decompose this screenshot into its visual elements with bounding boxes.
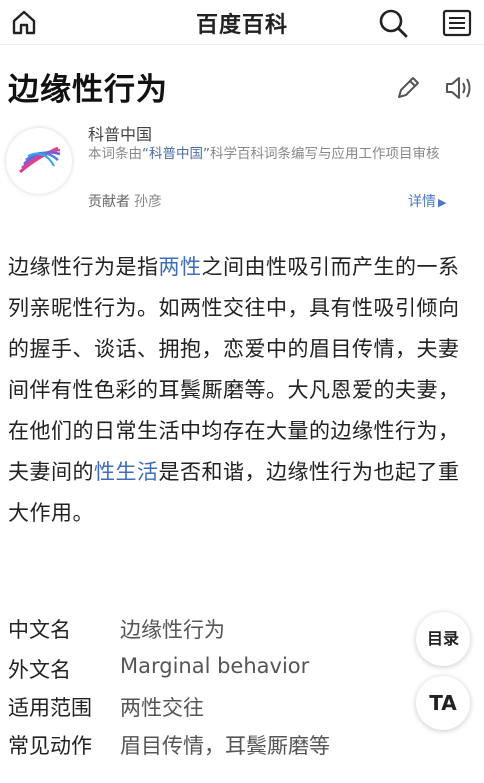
chevron-right-icon: ▶ bbox=[438, 196, 447, 209]
info-key: 外文名 bbox=[8, 658, 71, 682]
info-key: 常见动作 bbox=[8, 734, 92, 758]
info-key: 适用范围 bbox=[8, 696, 92, 720]
toc-button[interactable]: 目录 bbox=[416, 612, 470, 666]
kepu-china-logo bbox=[6, 128, 72, 194]
info-key: 中文名 bbox=[8, 618, 71, 642]
site-title: 百度百科 bbox=[195, 13, 288, 38]
info-value: Marginal behavior bbox=[120, 654, 310, 678]
edit-icon[interactable] bbox=[394, 74, 422, 102]
link-liangxing[interactable]: 两性 bbox=[159, 255, 202, 279]
info-value: 眉目传情，耳鬓厮磨等 bbox=[120, 734, 330, 758]
contributor: 贡献者 孙彦 bbox=[88, 191, 162, 211]
source-desc-suffix: 科学百科词条编写与应用工作项目审核 bbox=[210, 146, 440, 162]
top-bar: 百度百科 bbox=[0, 0, 484, 45]
entry-title: 边缘性行为 bbox=[8, 72, 168, 108]
link-xingshenghuo[interactable]: 性生活 bbox=[94, 460, 159, 484]
info-value: 边缘性行为 bbox=[120, 618, 225, 642]
details-link[interactable]: 详情 ▶ bbox=[408, 191, 446, 211]
font-size-button[interactable]: TA bbox=[416, 676, 470, 730]
details-label: 详情 bbox=[408, 194, 436, 210]
source-desc-highlight[interactable]: “科普中国” bbox=[142, 146, 210, 162]
summary-text: 之间由性吸引而产生的一系列亲昵性行为。如两性交往中，具有性吸引倾向的握手、谈话、… bbox=[8, 255, 460, 484]
source-desc-prefix: 本词条由 bbox=[88, 146, 142, 162]
search-icon[interactable] bbox=[378, 8, 408, 38]
info-value: 两性交往 bbox=[120, 696, 204, 720]
speaker-icon[interactable] bbox=[444, 74, 474, 102]
contributor-label: 贡献者 bbox=[88, 194, 130, 210]
source-description: 本词条由“科普中国”科学百科词条编写与应用工作项目审核 bbox=[88, 145, 458, 164]
menu-icon[interactable] bbox=[442, 8, 472, 38]
contributor-name[interactable]: 孙彦 bbox=[134, 194, 162, 210]
summary-paragraph: 边缘性行为是指两性之间由性吸引而产生的一系列亲昵性行为。如两性交往中，具有性吸引… bbox=[8, 247, 478, 534]
source-name: 科普中国 bbox=[88, 125, 153, 144]
summary-text: 边缘性行为是指 bbox=[8, 255, 159, 279]
